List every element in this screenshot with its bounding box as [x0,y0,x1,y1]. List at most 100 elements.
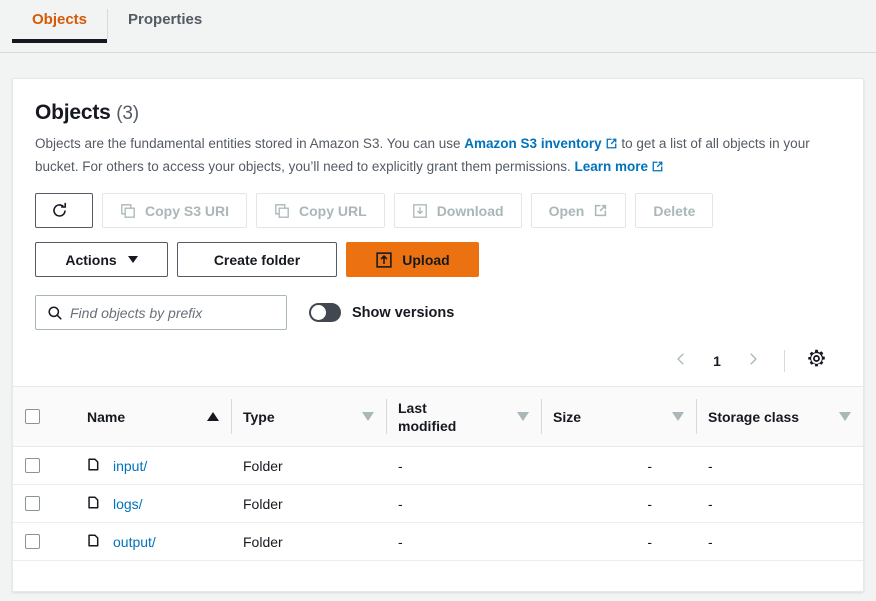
tab-properties[interactable]: Properties [108,0,222,43]
objects-table: Name Type Last modified Size Storage cla… [13,386,863,561]
row-size-cell: - [541,522,696,561]
row-name-cell: output/ [75,522,231,561]
table-header-row: Name Type Last modified Size Storage cla… [13,386,863,447]
row-name-cell: input/ [75,446,231,485]
copy-s3-uri-button[interactable]: Copy S3 URI [102,193,248,228]
actions-menu-button[interactable]: Actions [35,242,168,277]
row-select-cell [13,522,75,561]
copy-icon [120,203,136,219]
page-number-label: 1 [713,353,721,369]
filter-row: Show versions [35,295,841,330]
copy-icon [274,203,290,219]
copy-s3-uri-label: Copy S3 URI [145,202,230,219]
download-icon [412,203,428,219]
upload-button[interactable]: Upload [346,242,479,277]
show-versions-label: Show versions [352,304,455,321]
row-checkbox[interactable] [25,534,40,549]
objects-count: (3) [116,103,139,124]
download-button[interactable]: Download [393,193,522,228]
panel-description: Objects are the fundamental entities sto… [35,133,841,179]
row-last-modified-cell: - [386,484,541,523]
learn-more-link-label: Learn more [574,159,649,174]
objects-panel: Objects (3) Objects are the fundamental … [12,78,864,592]
object-link[interactable]: output/ [113,534,156,550]
chevron-down-icon [127,256,138,263]
tab-properties-label: Properties [128,11,203,28]
download-label: Download [436,202,504,219]
row-type-cell: Folder [231,484,386,523]
table-row: output/ Folder - - - [13,522,863,561]
delete-label: Delete [653,202,696,219]
toggle-knob [311,305,326,320]
row-last-modified-cell: - [386,446,541,485]
refresh-button[interactable] [35,193,93,228]
search-input-wrapper[interactable] [35,295,287,330]
create-folder-button[interactable]: Create folder [177,242,337,277]
upload-label: Upload [402,251,450,268]
learn-more-link[interactable]: Learn more [575,159,649,174]
column-header-type[interactable]: Type [231,386,386,447]
table-preferences-button[interactable] [801,346,831,376]
search-input[interactable] [36,304,286,321]
row-checkbox[interactable] [25,496,40,511]
table-row: input/ Folder - - - [13,446,863,485]
previous-page-button[interactable] [666,346,696,376]
object-actions-row-secondary: Actions Create folder Upload [35,242,841,277]
create-folder-label: Create folder [213,251,301,268]
object-link[interactable]: input/ [113,458,147,474]
select-all-header [13,386,75,447]
next-page-button[interactable] [738,346,768,376]
tab-objects-label: Objects [32,11,88,28]
row-last-modified-cell: - [386,522,541,561]
description-text-1: Objects are the fundamental entities sto… [35,136,461,151]
sort-inactive-icon [839,412,851,421]
row-name-cell: logs/ [75,484,231,523]
folder-icon [87,457,102,475]
column-header-last-modified[interactable]: Last modified [386,386,541,447]
row-type-cell: Folder [231,522,386,561]
row-storage-class-cell: - [696,484,863,523]
copy-url-label: Copy URL [299,202,367,219]
row-storage-class-cell: - [696,446,863,485]
amazon-s3-inventory-link[interactable]: Amazon S3 inventory [464,136,601,151]
sort-inactive-icon [672,412,684,421]
table-row: logs/ Folder - - - [13,484,863,523]
column-header-name[interactable]: Name [75,386,231,447]
amazon-s3-inventory-link-label: Amazon S3 inventory [464,136,602,151]
pagination-divider [784,350,785,372]
page-number-1[interactable]: 1 [702,346,732,376]
tab-bar: Objects Properties [0,0,876,54]
gear-icon [807,349,826,373]
page-title: Objects (3) [35,79,841,125]
copy-url-button[interactable]: Copy URL [256,193,385,228]
row-select-cell [13,484,75,523]
row-checkbox[interactable] [25,458,40,473]
sort-inactive-icon [362,412,374,421]
row-storage-class-cell: - [696,522,863,561]
delete-button[interactable]: Delete [635,193,714,228]
folder-icon [87,495,102,513]
table-body: input/ Folder - - - logs/ Folder - - - o… [13,446,863,561]
column-header-storage-class[interactable]: Storage class [696,386,863,447]
tab-objects[interactable]: Objects [12,0,108,43]
search-icon [47,305,63,326]
row-size-cell: - [541,446,696,485]
select-all-checkbox[interactable] [25,409,40,424]
object-actions-row-primary: Copy S3 URI Copy URL Download Open Delet… [35,193,841,228]
toggle-track[interactable] [309,303,341,322]
column-header-type-label: Type [243,408,275,425]
show-versions-toggle[interactable]: Show versions [309,303,454,322]
external-link-icon [651,158,664,179]
page-title-text: Objects [35,101,111,124]
sort-inactive-icon [517,412,529,421]
upload-icon [375,251,393,269]
row-size-cell: - [541,484,696,523]
object-link[interactable]: logs/ [113,496,143,512]
column-header-size-label: Size [553,408,582,425]
row-select-cell [13,446,75,485]
sort-ascending-icon [207,412,219,421]
column-header-size[interactable]: Size [541,386,696,447]
column-header-last-modified-label: Last modified [398,399,457,434]
row-type-cell: Folder [231,446,386,485]
open-button[interactable]: Open [530,193,627,228]
